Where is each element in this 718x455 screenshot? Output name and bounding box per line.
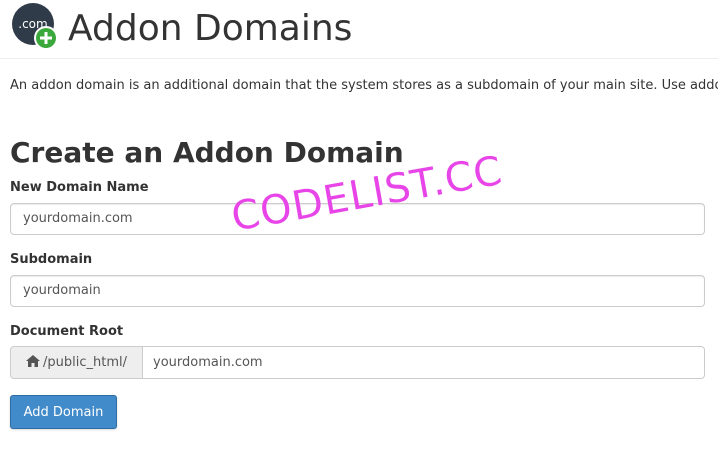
addon-domains-logo-icon: .com (12, 3, 58, 50)
new-domain-label: New Domain Name (10, 180, 149, 195)
add-domain-button[interactable]: Add Domain (10, 395, 117, 429)
section-title: Create an Addon Domain (10, 136, 404, 169)
page-title: Addon Domains (68, 8, 353, 49)
page-header: .com Addon Domains (0, 0, 718, 59)
subdomain-input[interactable]: yourdomain (10, 275, 705, 307)
document-root-input[interactable]: yourdomain.com (142, 346, 705, 379)
page-description: An addon domain is an additional domain … (10, 78, 718, 93)
document-root-prefix-text: /public_html/ (43, 355, 127, 370)
document-root-group: /public_html/ yourdomain.com (10, 346, 705, 379)
subdomain-label: Subdomain (10, 252, 93, 267)
document-root-label: Document Root (10, 324, 124, 339)
document-root-prefix: /public_html/ (10, 346, 143, 379)
new-domain-input[interactable]: yourdomain.com (10, 203, 705, 235)
home-icon (26, 355, 40, 367)
